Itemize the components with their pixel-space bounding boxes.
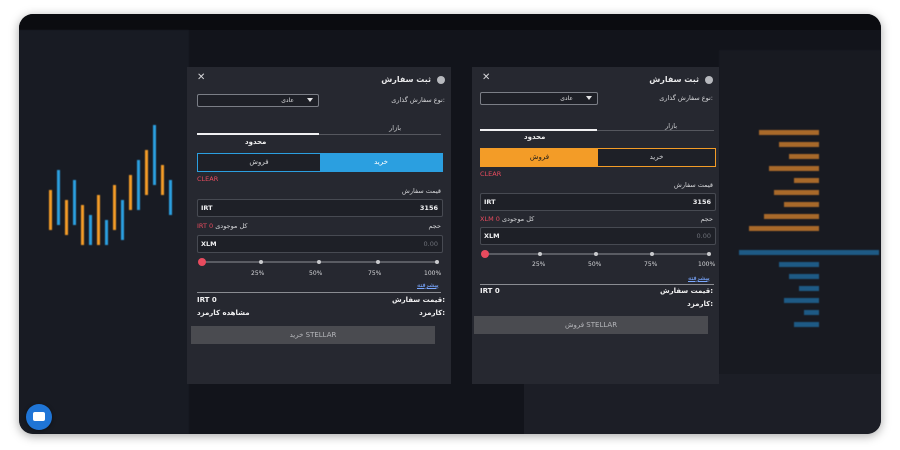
order-type-select[interactable]: عادی [197,94,319,107]
pct-50[interactable]: 50% [309,270,322,277]
balance-value: IRT 0 [197,222,214,230]
divider [197,292,441,293]
slider-tick[interactable] [259,260,263,264]
modal-title: ثبت سفارش [381,75,431,84]
balance: IRT 0 کل موجودی [197,222,248,230]
volume-label: حجم [700,215,713,223]
order-type-select[interactable]: عادی [480,92,598,105]
balance-label: کل موجودی [215,222,248,230]
clear-button[interactable]: CLEAR [480,170,501,178]
price-value: 3156 [419,204,438,212]
close-icon[interactable]: ✕ [197,72,205,83]
price-label: قیمت سفارش [673,181,713,189]
buy-tab[interactable]: خرید [320,154,442,171]
side-toggle: فروش خرید [197,153,443,172]
price-label: قیمت سفارش [401,187,441,195]
tab-market[interactable]: بازار [665,122,677,130]
pct-100[interactable]: 100% [698,261,715,268]
side-toggle: فروش خرید [480,148,716,167]
order-price-value: IRT 0 [197,296,217,304]
price-input[interactable]: IRT 3156 [480,193,716,211]
order-type-label: نوع سفارش گذاری: [659,94,713,102]
price-currency: IRT [484,198,496,206]
fee-label: کارمزد: [419,309,445,317]
background-chart-panel [19,30,189,434]
balance: XLM 0 کل موجودی [480,215,534,223]
buy-tab[interactable]: خرید [598,149,715,166]
fee-label: کارمزد: [687,300,713,308]
price-input[interactable]: IRT 3156 [197,199,443,217]
sell-tab[interactable]: فروش [198,154,320,171]
slider-tick[interactable] [376,260,380,264]
app-window: ✕ ثبت سفارش نوع سفارش گذاری: عادی بازار … [19,14,881,434]
slider-tick[interactable] [538,252,542,256]
background-order-book [719,50,881,380]
chat-icon[interactable] [26,404,52,430]
pct-75[interactable]: 75% [368,270,381,277]
sell-order-modal: ✕ ثبت سفارش نوع سفارش گذاری: عادی بازار … [472,67,719,384]
volume-label: حجم [428,222,441,230]
volume-placeholder: 0.00 [696,232,711,240]
pct-50[interactable]: 50% [588,261,601,268]
slider-tick[interactable] [317,260,321,264]
slider-tick[interactable] [594,252,598,256]
chevron-down-icon [307,98,313,102]
tab-market[interactable]: بازار [389,124,401,132]
balance-label: کل موجودی [501,215,535,223]
tab-underline [480,129,714,131]
price-currency: IRT [201,204,213,212]
advanced-link[interactable]: پیشرفته [417,281,439,289]
pct-75[interactable]: 75% [644,261,657,268]
chevron-down-icon [586,96,592,100]
slider-tick[interactable] [707,252,711,256]
modal-title: ثبت سفارش [649,75,699,84]
sell-submit-button[interactable]: فروش STELLAR [474,316,708,334]
top-navigation-bar [19,14,881,30]
buy-order-modal: ✕ ثبت سفارش نوع سفارش گذاری: عادی بازار … [187,67,451,384]
divider [480,284,714,285]
close-icon[interactable]: ✕ [482,72,490,83]
price-value: 3156 [692,198,711,206]
slider-handle[interactable] [198,258,206,266]
tab-limit[interactable]: محدود [524,133,545,141]
order-price-label: قیمت سفارش: [391,296,445,304]
order-type-value: عادی [560,95,573,102]
pct-25[interactable]: 25% [532,261,545,268]
buy-submit-button[interactable]: خرید STELLAR [191,326,435,344]
advanced-link[interactable]: پیشرفته [688,274,710,282]
info-dot-icon [437,76,445,84]
volume-placeholder: 0.00 [423,240,438,248]
volume-currency: XLM [201,240,217,248]
slider-tick[interactable] [435,260,439,264]
pct-25[interactable]: 25% [251,270,264,277]
sell-tab[interactable]: فروش [481,149,598,166]
balance-value: XLM 0 [480,215,500,223]
volume-input[interactable]: XLM 0.00 [197,235,443,253]
order-price-value: IRT 0 [480,287,500,295]
order-type-label: نوع سفارش گذاری: [391,96,445,104]
slider-handle[interactable] [481,250,489,258]
clear-button[interactable]: CLEAR [197,175,218,183]
info-dot-icon [705,76,713,84]
volume-input[interactable]: XLM 0.00 [480,227,716,245]
volume-currency: XLM [484,232,500,240]
tab-limit[interactable]: محدود [245,138,266,146]
slider-tick[interactable] [650,252,654,256]
order-type-value: عادی [281,97,294,104]
order-price-label: قیمت سفارش: [659,287,713,295]
fee-link[interactable]: مشاهده کارمزد [197,309,250,317]
pct-100[interactable]: 100% [424,270,441,277]
tab-underline [197,133,441,135]
